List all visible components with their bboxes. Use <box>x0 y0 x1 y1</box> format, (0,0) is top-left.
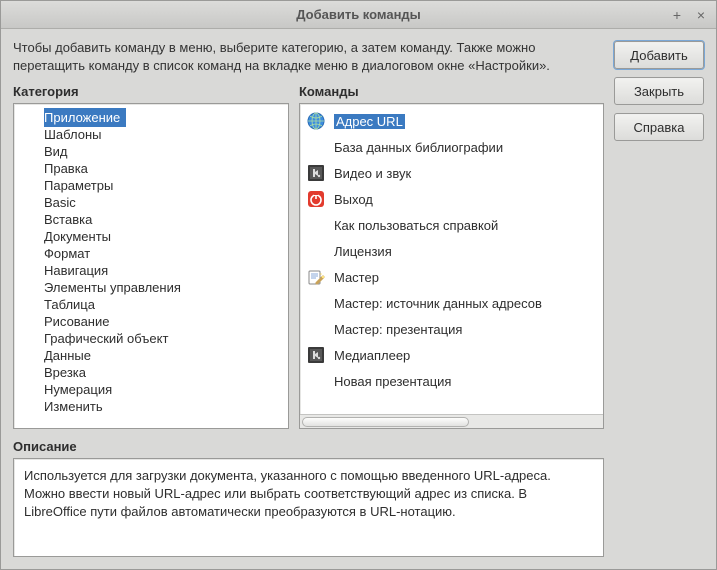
command-item-label: Видео и звук <box>334 166 411 181</box>
dialog-window: Добавить команды + × Чтобы добавить кома… <box>0 0 717 570</box>
dialog-content: Чтобы добавить команду в меню, выберите … <box>1 29 716 569</box>
horizontal-scrollbar[interactable] <box>300 414 603 428</box>
category-item[interactable]: Параметры <box>14 176 288 193</box>
blank-icon <box>306 215 326 235</box>
command-item-label: Мастер <box>334 270 379 285</box>
command-item-label: Как пользоваться справкой <box>334 218 498 233</box>
add-button[interactable]: Добавить <box>614 41 704 69</box>
close-icon[interactable]: × <box>694 7 708 23</box>
scrollbar-thumb[interactable] <box>302 417 469 427</box>
commands-listbox[interactable]: Адрес URL База данных библиографии Видео и… <box>299 103 604 429</box>
command-item-label: База данных библиографии <box>334 140 503 155</box>
wizard-icon <box>306 267 326 287</box>
category-item[interactable]: Вставка <box>14 210 288 227</box>
media-icon <box>306 345 326 365</box>
category-item[interactable]: Таблица <box>14 295 288 312</box>
category-item[interactable]: Данные <box>14 346 288 363</box>
maximize-icon[interactable]: + <box>670 7 684 23</box>
main-column: Чтобы добавить команду в меню, выберите … <box>13 39 604 557</box>
command-item-label: Выход <box>334 192 373 207</box>
description-label: Описание <box>13 439 604 454</box>
command-item-label: Лицензия <box>334 244 392 259</box>
lists-row: Категория ПриложениеШаблоныВидПравкаПара… <box>13 84 604 429</box>
media-icon <box>306 163 326 183</box>
command-item[interactable]: Выход <box>300 186 603 212</box>
blank-icon <box>306 293 326 313</box>
window-title: Добавить команды <box>1 7 716 22</box>
globe-icon <box>306 111 326 131</box>
command-item-label: Медиаплеер <box>334 348 410 363</box>
category-item-label: Изменить <box>44 397 109 416</box>
category-item[interactable]: Навигация <box>14 261 288 278</box>
category-listbox[interactable]: ПриложениеШаблоныВидПравкаПараметрыBasic… <box>13 103 289 429</box>
command-item[interactable]: Лицензия <box>300 238 603 264</box>
command-item[interactable]: Мастер: презентация <box>300 316 603 342</box>
description-text: Используется для загрузки документа, ука… <box>13 458 604 557</box>
power-icon <box>306 189 326 209</box>
category-item[interactable]: Элементы управления <box>14 278 288 295</box>
blank-icon <box>306 241 326 261</box>
description-section: Описание Используется для загрузки докум… <box>13 439 604 557</box>
category-item[interactable]: Шаблоны <box>14 125 288 142</box>
command-item[interactable]: Адрес URL <box>300 108 603 134</box>
category-item[interactable]: Basic <box>14 193 288 210</box>
commands-column: Команды Адрес URL База данных библиографи… <box>299 84 604 429</box>
category-item[interactable]: Документы <box>14 227 288 244</box>
category-item[interactable]: Нумерация <box>14 380 288 397</box>
help-button[interactable]: Справка <box>614 113 704 141</box>
window-controls: + × <box>670 7 708 23</box>
category-item[interactable]: Графический объект <box>14 329 288 346</box>
category-label: Категория <box>13 84 289 99</box>
blank-icon <box>306 137 326 157</box>
titlebar: Добавить команды + × <box>1 1 716 29</box>
category-item[interactable]: Изменить <box>14 397 288 414</box>
command-item-label: Мастер: презентация <box>334 322 462 337</box>
category-item[interactable]: Правка <box>14 159 288 176</box>
command-item-label: Адрес URL <box>336 114 403 129</box>
category-item[interactable]: Приложение <box>14 108 288 125</box>
command-item[interactable]: Видео и звук <box>300 160 603 186</box>
category-item[interactable]: Вид <box>14 142 288 159</box>
command-item[interactable]: База данных библиографии <box>300 134 603 160</box>
command-item-label: Мастер: источник данных адресов <box>334 296 542 311</box>
category-column: Категория ПриложениеШаблоныВидПравкаПара… <box>13 84 289 429</box>
category-item[interactable]: Рисование <box>14 312 288 329</box>
command-item[interactable]: Медиаплеер <box>300 342 603 368</box>
command-item[interactable]: Мастер <box>300 264 603 290</box>
command-item[interactable]: Как пользоваться справкой <box>300 212 603 238</box>
category-item[interactable]: Формат <box>14 244 288 261</box>
side-buttons: Добавить Закрыть Справка <box>614 39 704 557</box>
blank-icon <box>306 319 326 339</box>
command-item[interactable]: Новая презентация <box>300 368 603 394</box>
intro-text: Чтобы добавить команду в меню, выберите … <box>13 39 604 74</box>
category-item[interactable]: Врезка <box>14 363 288 380</box>
close-button[interactable]: Закрыть <box>614 77 704 105</box>
command-item-label: Новая презентация <box>334 374 451 389</box>
command-item[interactable]: Мастер: источник данных адресов <box>300 290 603 316</box>
commands-label: Команды <box>299 84 604 99</box>
blank-icon <box>306 371 326 391</box>
